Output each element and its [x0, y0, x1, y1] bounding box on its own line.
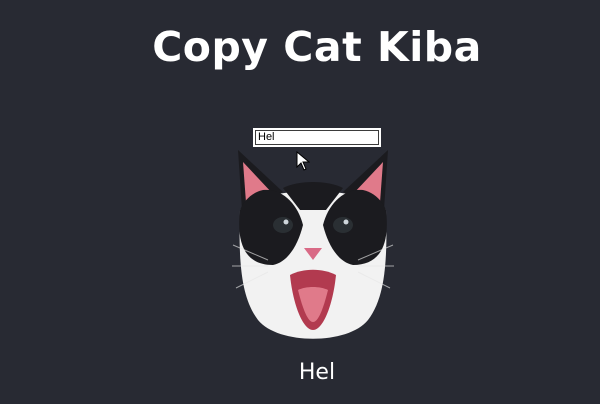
mouse-cursor-icon: [296, 151, 310, 171]
cat-photo: [232, 150, 394, 339]
page-title: Copy Cat Kiba: [152, 23, 482, 71]
text-input[interactable]: [253, 128, 381, 147]
echo-output-text: Hel: [298, 360, 336, 385]
